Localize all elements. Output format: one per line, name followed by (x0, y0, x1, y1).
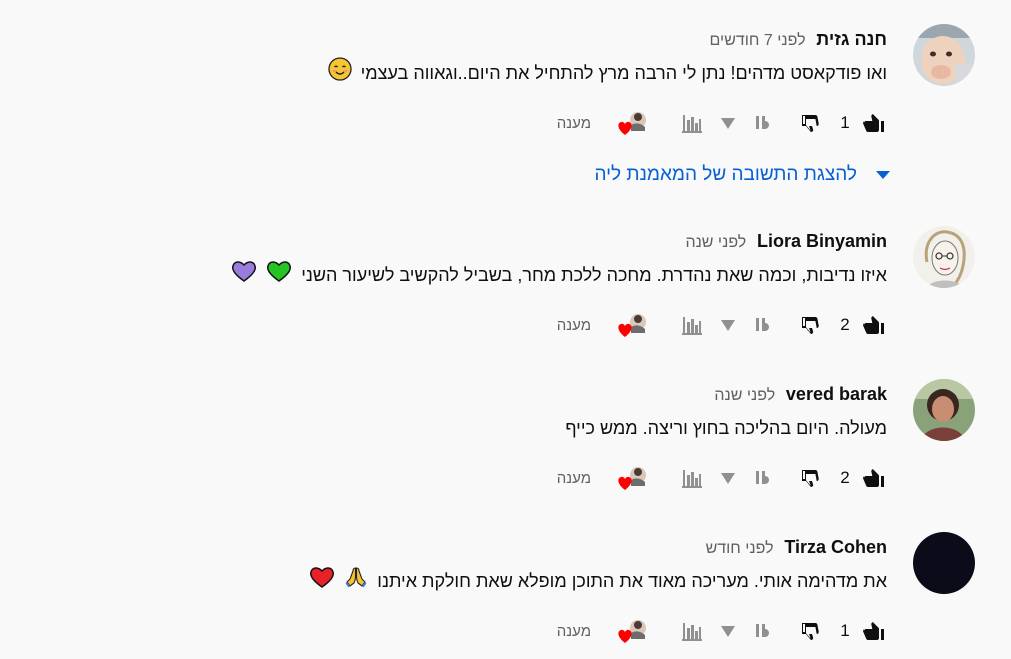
dropdown-triangle-icon[interactable] (715, 312, 741, 338)
avatar-dark-circle (913, 532, 975, 594)
thumbs-down-icon (802, 115, 819, 132)
thumbs-down-icon (802, 317, 819, 334)
comment-text-content: ואו פודקאסט מדהים! נתן לי הרבה מרץ להתחי… (360, 63, 887, 83)
comment-author[interactable]: חנה גזית (816, 29, 887, 49)
comment-thread: Tirza Cohen לפני חודש את מדהימה אותי. מע… (115, 532, 975, 659)
like-count: 1 (840, 113, 850, 132)
thumbs-up-icon (863, 316, 884, 334)
like-button[interactable] (861, 618, 887, 644)
creator-heart-badge (615, 312, 649, 338)
thumbs-down-icon (802, 470, 819, 487)
comment-text: איזו נדיבות, וכמה שאת נהדרת. מחכה ללכת מ… (127, 258, 887, 292)
comment-text: ואו פודקאסט מדהים! נתן לי הרבה מרץ להתחי… (127, 56, 887, 90)
like-count: 2 (840, 468, 850, 487)
comment-author[interactable]: vered barak (786, 384, 887, 404)
avatar-baby-photo (913, 24, 975, 86)
comment-text-content: איזו נדיבות, וכמה שאת נהדרת. מחכה ללכת מ… (301, 265, 887, 285)
dropdown-triangle-icon[interactable] (715, 618, 741, 644)
avatar-sketch-portrait (913, 226, 975, 288)
creator-heart-icon (618, 620, 646, 643)
creator-tool-icon[interactable] (751, 110, 777, 136)
creator-tool-icon[interactable] (751, 465, 777, 491)
comment-thread: חנה גזית לפני 7 חודשים ואו פודקאסט מדהים… (115, 24, 975, 174)
comment-text-content: את מדהימה אותי. מעריכה מאוד את התוכן מופ… (377, 571, 887, 591)
purple-heart-emoji-icon (231, 259, 257, 293)
thumbs-up-icon (863, 469, 884, 487)
creator-heart-icon (618, 112, 646, 135)
comment-timestamp[interactable]: לפני חודש (706, 540, 774, 557)
comment-author[interactable]: Liora Binyamin (757, 231, 887, 251)
show-replies-label: להצגת התשובה של המאמנת ליה (594, 164, 857, 185)
ib-tool-icon (756, 116, 769, 129)
like-count: 1 (840, 621, 850, 640)
dropdown-triangle-icon[interactable] (715, 110, 741, 136)
thumbs-up-icon (863, 114, 884, 132)
dislike-button[interactable] (797, 312, 823, 338)
avatar[interactable] (913, 532, 975, 594)
ib-tool-icon (756, 624, 769, 637)
dislike-button[interactable] (797, 110, 823, 136)
reply-button[interactable]: מענה (557, 110, 591, 136)
comment-thread: vered barak לפני שנה מעולה. היום בהליכה … (115, 379, 975, 529)
creator-heart-badge (615, 618, 649, 644)
folded-hands-emoji-icon (344, 565, 368, 600)
comment-thread: Liora Binyamin לפני שנה איזו נדיבות, וכמ… (115, 226, 975, 376)
avatar[interactable] (913, 24, 975, 86)
avatar[interactable] (913, 379, 975, 441)
chevron-down-icon (875, 164, 891, 186)
ib-tool-icon (756, 471, 769, 484)
creator-heart-icon (618, 314, 646, 337)
show-replies-button[interactable]: להצגת התשובה של המאמנת ליה (594, 160, 891, 190)
reply-button[interactable]: מענה (557, 465, 591, 491)
green-heart-emoji-icon (266, 259, 292, 293)
comment-text-content: מעולה. היום בהליכה בחוץ וריצה. ממש כייף (565, 418, 887, 438)
reply-button[interactable]: מענה (557, 618, 591, 644)
creator-tool-icon[interactable] (751, 618, 777, 644)
creator-heart-icon (618, 467, 646, 490)
creator-tool-icon[interactable] (751, 312, 777, 338)
comment-author[interactable]: Tirza Cohen (784, 537, 887, 557)
avatar[interactable] (913, 226, 975, 288)
red-heart-emoji-icon (309, 565, 335, 599)
thumbs-down-icon (802, 623, 819, 640)
bar-chart-icon[interactable] (679, 110, 705, 136)
bar-chart-icon[interactable] (679, 465, 705, 491)
dislike-button[interactable] (797, 618, 823, 644)
bar-chart-icon[interactable] (679, 312, 705, 338)
comment-timestamp[interactable]: לפני שנה (685, 234, 746, 251)
like-button[interactable] (861, 110, 887, 136)
ib-tool-icon (756, 318, 769, 331)
creator-heart-badge (615, 110, 649, 136)
like-button[interactable] (861, 465, 887, 491)
comment-text: את מדהימה אותי. מעריכה מאוד את התוכן מופ… (127, 564, 887, 598)
reply-button[interactable]: מענה (557, 312, 591, 338)
avatar-woman-photo (913, 379, 975, 441)
like-button[interactable] (861, 312, 887, 338)
comment-text: מעולה. היום בהליכה בחוץ וריצה. ממש כייף (127, 411, 887, 445)
comment-timestamp[interactable]: לפני 7 חודשים (710, 32, 806, 49)
like-count: 2 (840, 315, 850, 334)
dislike-button[interactable] (797, 465, 823, 491)
dropdown-triangle-icon[interactable] (715, 465, 741, 491)
bar-chart-icon[interactable] (679, 618, 705, 644)
thumbs-up-icon (863, 622, 884, 640)
smiling-face-emoji-icon (327, 57, 352, 92)
comment-timestamp[interactable]: לפני שנה (714, 387, 775, 404)
creator-heart-badge (615, 465, 649, 491)
